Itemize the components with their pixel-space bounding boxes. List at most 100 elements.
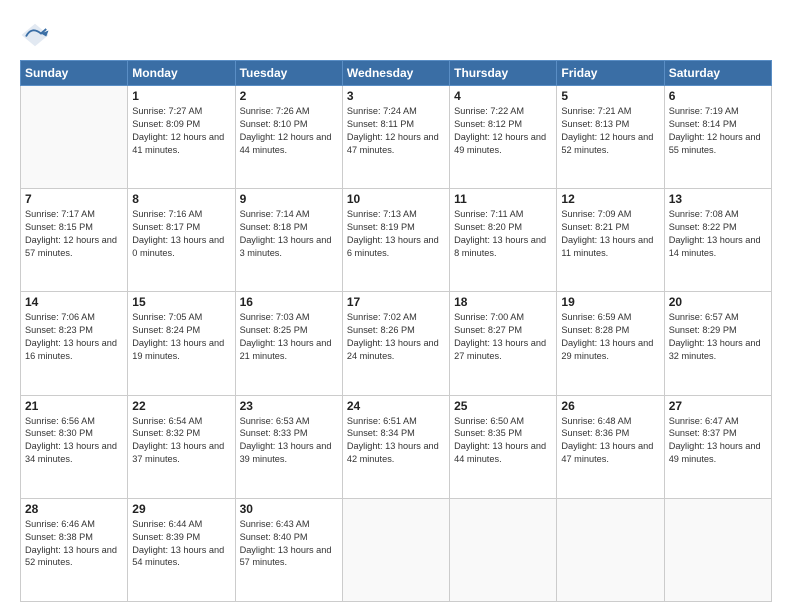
sunset-label: Sunset: 8:29 PM <box>669 325 737 335</box>
day-info: Sunrise: 6:54 AM Sunset: 8:32 PM Dayligh… <box>132 415 230 467</box>
day-cell: 23 Sunrise: 6:53 AM Sunset: 8:33 PM Dayl… <box>235 395 342 498</box>
day-number: 3 <box>347 89 445 103</box>
sunset-label: Sunset: 8:22 PM <box>669 222 737 232</box>
day-cell: 26 Sunrise: 6:48 AM Sunset: 8:36 PM Dayl… <box>557 395 664 498</box>
col-header-monday: Monday <box>128 61 235 86</box>
day-cell: 3 Sunrise: 7:24 AM Sunset: 8:11 PM Dayli… <box>342 86 449 189</box>
day-info: Sunrise: 7:06 AM Sunset: 8:23 PM Dayligh… <box>25 311 123 363</box>
day-cell: 16 Sunrise: 7:03 AM Sunset: 8:25 PM Dayl… <box>235 292 342 395</box>
day-info: Sunrise: 6:56 AM Sunset: 8:30 PM Dayligh… <box>25 415 123 467</box>
day-number: 22 <box>132 399 230 413</box>
day-cell: 6 Sunrise: 7:19 AM Sunset: 8:14 PM Dayli… <box>664 86 771 189</box>
sunrise-label: Sunrise: 6:59 AM <box>561 312 631 322</box>
day-number: 5 <box>561 89 659 103</box>
day-cell: 13 Sunrise: 7:08 AM Sunset: 8:22 PM Dayl… <box>664 189 771 292</box>
daylight-label: Daylight: 12 hours and 47 minutes. <box>347 132 439 155</box>
day-info: Sunrise: 6:44 AM Sunset: 8:39 PM Dayligh… <box>132 518 230 570</box>
week-row-1: 1 Sunrise: 7:27 AM Sunset: 8:09 PM Dayli… <box>21 86 772 189</box>
day-cell: 29 Sunrise: 6:44 AM Sunset: 8:39 PM Dayl… <box>128 498 235 601</box>
sunset-label: Sunset: 8:15 PM <box>25 222 93 232</box>
daylight-label: Daylight: 13 hours and 8 minutes. <box>454 235 546 258</box>
daylight-label: Daylight: 13 hours and 6 minutes. <box>347 235 439 258</box>
day-cell: 1 Sunrise: 7:27 AM Sunset: 8:09 PM Dayli… <box>128 86 235 189</box>
daylight-label: Daylight: 13 hours and 24 minutes. <box>347 338 439 361</box>
daylight-label: Daylight: 13 hours and 27 minutes. <box>454 338 546 361</box>
day-cell: 2 Sunrise: 7:26 AM Sunset: 8:10 PM Dayli… <box>235 86 342 189</box>
day-number: 28 <box>25 502 123 516</box>
sunrise-label: Sunrise: 7:16 AM <box>132 209 202 219</box>
sunset-label: Sunset: 8:40 PM <box>240 532 308 542</box>
col-header-sunday: Sunday <box>21 61 128 86</box>
day-cell: 7 Sunrise: 7:17 AM Sunset: 8:15 PM Dayli… <box>21 189 128 292</box>
daylight-label: Daylight: 13 hours and 42 minutes. <box>347 441 439 464</box>
sunset-label: Sunset: 8:11 PM <box>347 119 414 129</box>
sunset-label: Sunset: 8:23 PM <box>25 325 93 335</box>
daylight-label: Daylight: 13 hours and 16 minutes. <box>25 338 117 361</box>
sunset-label: Sunset: 8:30 PM <box>25 428 93 438</box>
day-cell: 25 Sunrise: 6:50 AM Sunset: 8:35 PM Dayl… <box>450 395 557 498</box>
sunset-label: Sunset: 8:36 PM <box>561 428 629 438</box>
day-cell: 27 Sunrise: 6:47 AM Sunset: 8:37 PM Dayl… <box>664 395 771 498</box>
col-header-friday: Friday <box>557 61 664 86</box>
sunset-label: Sunset: 8:24 PM <box>132 325 200 335</box>
sunrise-label: Sunrise: 7:14 AM <box>240 209 310 219</box>
sunset-label: Sunset: 8:39 PM <box>132 532 200 542</box>
sunset-label: Sunset: 8:28 PM <box>561 325 629 335</box>
daylight-label: Daylight: 12 hours and 49 minutes. <box>454 132 546 155</box>
sunset-label: Sunset: 8:34 PM <box>347 428 415 438</box>
day-number: 6 <box>669 89 767 103</box>
col-header-wednesday: Wednesday <box>342 61 449 86</box>
day-info: Sunrise: 7:02 AM Sunset: 8:26 PM Dayligh… <box>347 311 445 363</box>
sunrise-label: Sunrise: 7:11 AM <box>454 209 523 219</box>
day-info: Sunrise: 6:59 AM Sunset: 8:28 PM Dayligh… <box>561 311 659 363</box>
sunset-label: Sunset: 8:20 PM <box>454 222 522 232</box>
daylight-label: Daylight: 13 hours and 14 minutes. <box>669 235 761 258</box>
daylight-label: Daylight: 13 hours and 0 minutes. <box>132 235 224 258</box>
sunset-label: Sunset: 8:38 PM <box>25 532 93 542</box>
sunrise-label: Sunrise: 7:02 AM <box>347 312 417 322</box>
sunrise-label: Sunrise: 6:57 AM <box>669 312 739 322</box>
day-info: Sunrise: 6:57 AM Sunset: 8:29 PM Dayligh… <box>669 311 767 363</box>
col-header-saturday: Saturday <box>664 61 771 86</box>
daylight-label: Daylight: 13 hours and 11 minutes. <box>561 235 653 258</box>
day-info: Sunrise: 7:13 AM Sunset: 8:19 PM Dayligh… <box>347 208 445 260</box>
sunrise-label: Sunrise: 7:27 AM <box>132 106 202 116</box>
daylight-label: Daylight: 13 hours and 52 minutes. <box>25 545 117 568</box>
sunrise-label: Sunrise: 7:08 AM <box>669 209 739 219</box>
day-cell: 22 Sunrise: 6:54 AM Sunset: 8:32 PM Dayl… <box>128 395 235 498</box>
sunrise-label: Sunrise: 6:50 AM <box>454 416 524 426</box>
day-cell: 10 Sunrise: 7:13 AM Sunset: 8:19 PM Dayl… <box>342 189 449 292</box>
day-number: 2 <box>240 89 338 103</box>
day-info: Sunrise: 7:09 AM Sunset: 8:21 PM Dayligh… <box>561 208 659 260</box>
sunrise-label: Sunrise: 7:03 AM <box>240 312 310 322</box>
day-cell: 18 Sunrise: 7:00 AM Sunset: 8:27 PM Dayl… <box>450 292 557 395</box>
sunset-label: Sunset: 8:13 PM <box>561 119 629 129</box>
sunrise-label: Sunrise: 7:13 AM <box>347 209 417 219</box>
day-number: 21 <box>25 399 123 413</box>
week-row-4: 21 Sunrise: 6:56 AM Sunset: 8:30 PM Dayl… <box>21 395 772 498</box>
sunrise-label: Sunrise: 6:51 AM <box>347 416 417 426</box>
daylight-label: Daylight: 13 hours and 44 minutes. <box>454 441 546 464</box>
sunrise-label: Sunrise: 7:22 AM <box>454 106 524 116</box>
header <box>20 20 772 50</box>
day-number: 10 <box>347 192 445 206</box>
day-info: Sunrise: 7:22 AM Sunset: 8:12 PM Dayligh… <box>454 105 552 157</box>
day-number: 29 <box>132 502 230 516</box>
calendar-table: SundayMondayTuesdayWednesdayThursdayFrid… <box>20 60 772 602</box>
day-cell: 9 Sunrise: 7:14 AM Sunset: 8:18 PM Dayli… <box>235 189 342 292</box>
day-info: Sunrise: 7:08 AM Sunset: 8:22 PM Dayligh… <box>669 208 767 260</box>
day-info: Sunrise: 6:53 AM Sunset: 8:33 PM Dayligh… <box>240 415 338 467</box>
sunset-label: Sunset: 8:14 PM <box>669 119 737 129</box>
day-cell: 28 Sunrise: 6:46 AM Sunset: 8:38 PM Dayl… <box>21 498 128 601</box>
day-number: 26 <box>561 399 659 413</box>
sunrise-label: Sunrise: 7:19 AM <box>669 106 739 116</box>
day-number: 7 <box>25 192 123 206</box>
sunset-label: Sunset: 8:25 PM <box>240 325 308 335</box>
day-info: Sunrise: 6:50 AM Sunset: 8:35 PM Dayligh… <box>454 415 552 467</box>
day-cell: 5 Sunrise: 7:21 AM Sunset: 8:13 PM Dayli… <box>557 86 664 189</box>
col-header-thursday: Thursday <box>450 61 557 86</box>
sunrise-label: Sunrise: 7:26 AM <box>240 106 310 116</box>
day-cell <box>21 86 128 189</box>
day-info: Sunrise: 7:21 AM Sunset: 8:13 PM Dayligh… <box>561 105 659 157</box>
day-cell: 8 Sunrise: 7:16 AM Sunset: 8:17 PM Dayli… <box>128 189 235 292</box>
